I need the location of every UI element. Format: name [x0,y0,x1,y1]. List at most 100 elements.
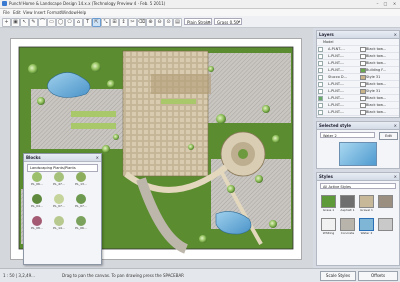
block-item[interactable]: PL_06... [30,172,44,189]
block-item[interactable]: PL_47... [52,172,66,189]
arc-tool[interactable]: ⌒ [38,18,47,27]
layer-row[interactable]: L-PLNT-... Black tow... [317,102,399,109]
text-tool[interactable]: T [83,18,92,27]
close-icon[interactable]: × [394,31,397,38]
style-item[interactable]: Grass 1 [320,195,337,215]
style-item[interactable] [377,218,394,238]
block-item[interactable]: PL_06... [74,216,88,233]
close-icon[interactable]: × [394,122,397,129]
block-label: PL_06... [75,226,87,230]
erase-tool[interactable]: ⌫ [137,18,146,27]
block-label: PL_07... [53,204,65,208]
layers-tool[interactable]: ▤ [173,18,182,27]
style-swatch [321,195,336,208]
block-item[interactable]: PL_07... [74,194,88,211]
zoom-in-icon[interactable]: ⊕ [146,18,155,27]
layer-visible-checkbox[interactable] [318,68,323,73]
polygon-tool[interactable]: ⬠ [65,18,74,27]
style-swatch [340,218,355,231]
scale-styles-button[interactable]: Scale Styles [320,271,356,281]
menu-help[interactable]: Help [77,10,86,15]
layer-row[interactable]: Stucco D... Style 31 [317,74,399,81]
house-tool[interactable]: ⌂ [74,18,83,27]
add-tool[interactable]: + [2,18,11,27]
layer-visible-checkbox[interactable] [318,82,323,87]
block-item[interactable]: PL_08... [30,216,44,233]
selected-style-select[interactable]: Water 2 [320,132,375,138]
block-item[interactable]: PL_04... [30,194,44,211]
ellipse-tool[interactable]: ◯ [56,18,65,27]
menu-file[interactable]: File [3,10,10,15]
close-icon[interactable]: × [394,173,397,180]
layer-row[interactable]: L-PLNT-... Black tow... [317,95,399,102]
layers-panel-header: Layers × [317,31,399,39]
style-item-selected[interactable]: Water 2 [358,218,375,238]
layer-visible-checkbox[interactable] [318,61,323,66]
blocks-library-select[interactable]: Landscaping Plants/Plants [27,164,98,172]
maximize-button[interactable]: □ [382,1,389,6]
fill-style-select[interactable]: Grass 0.50" ▼ [214,18,242,25]
block-item[interactable]: PL_13... [74,172,88,189]
style-item[interactable]: Gravel 1 [358,195,375,215]
minimize-button[interactable]: – [374,1,381,6]
close-icon[interactable]: × [96,154,99,161]
layer-visible-checkbox[interactable] [318,47,323,52]
menu-edit[interactable]: Edit [13,10,21,15]
zoom-out-icon[interactable]: ⊖ [155,18,164,27]
rectangle-tool[interactable]: ▭ [47,18,56,27]
blocks-panel-header[interactable]: Blocks × [24,154,101,162]
layers-panel-title: Layers [319,32,334,37]
style-label: Water 2 [360,231,373,235]
style-item[interactable]: Asphalt 1 [339,195,356,215]
layer-name: L-PLNT-... [328,68,345,72]
select-area-tool[interactable]: ▣ [11,18,20,27]
selected-style-value: Water 2 [323,134,337,138]
style-label: Concrete [340,231,355,235]
menu-format[interactable]: Format [47,10,61,15]
layer-row[interactable]: Model [317,39,399,46]
menu-window[interactable]: Window [61,10,77,15]
menu-insert[interactable]: Insert [34,10,45,15]
layer-name: Stucco D... [328,75,347,79]
cut-tool[interactable]: ✂ [128,18,137,27]
stroke-style-select[interactable]: Plain Stroke ▼ [184,18,212,25]
block-item[interactable]: PL_07... [52,194,66,211]
layer-style: Black tow... [366,103,386,107]
layer-visible-checkbox[interactable] [318,110,323,115]
layer-visible-checkbox[interactable] [318,89,323,94]
layer-style: Style 31 [366,89,381,93]
resize-tool[interactable]: ⤡ [101,18,110,27]
close-button[interactable]: × [391,1,398,6]
layer-visible-checkbox[interactable] [318,54,323,59]
pen-tool[interactable]: ✎ [29,18,38,27]
layer-row[interactable]: L-PLNT-... Black tow... [317,109,399,116]
grid-tool[interactable]: ⊞ [110,18,119,27]
style-item[interactable]: Concrete [339,218,356,238]
pan-tool[interactable]: ⇱ [92,18,101,27]
layer-visible-checkbox[interactable] [318,103,323,108]
style-item[interactable] [377,195,394,215]
layer-name: L-PLNT-... [328,89,345,93]
layer-row[interactable]: L-PLNT-... Style 31 [317,88,399,95]
styles-filter-select[interactable]: All Active Styles [320,183,396,189]
blocks-panel: Blocks × Landscaping Plants/Plants PL_06… [23,153,102,265]
block-item[interactable]: PL_14... [52,216,66,233]
layer-row[interactable]: L-PLNT-... Building F... [317,67,399,74]
offsets-button[interactable]: Offsets [358,271,398,281]
style-swatch [340,195,355,208]
style-item[interactable]: Whiting [320,218,337,238]
edit-style-button[interactable]: Edit [379,132,398,140]
menu-view[interactable]: View [23,10,33,15]
layer-row[interactable]: A-PLNT-... Black tow... [317,46,399,53]
layer-style: Black tow... [366,61,386,65]
plant-thumbnail [76,172,86,182]
layer-visible-checkbox[interactable] [318,75,323,80]
layer-row[interactable]: L-PLNT-... Black tow... [317,60,399,67]
layer-visible-checkbox[interactable] [318,96,323,101]
height-tool[interactable]: ↕ [119,18,128,27]
layer-row[interactable]: L-PLNT-... Black tow... [317,53,399,60]
pointer-tool[interactable]: ↖ [20,18,29,27]
layer-row[interactable]: L-PLNT-... Black tow... [317,81,399,88]
zoom-fit-icon[interactable]: ⊙ [164,18,173,27]
window-title: Punch!Home & Landscape Design 14.x.x (Te… [9,1,166,6]
